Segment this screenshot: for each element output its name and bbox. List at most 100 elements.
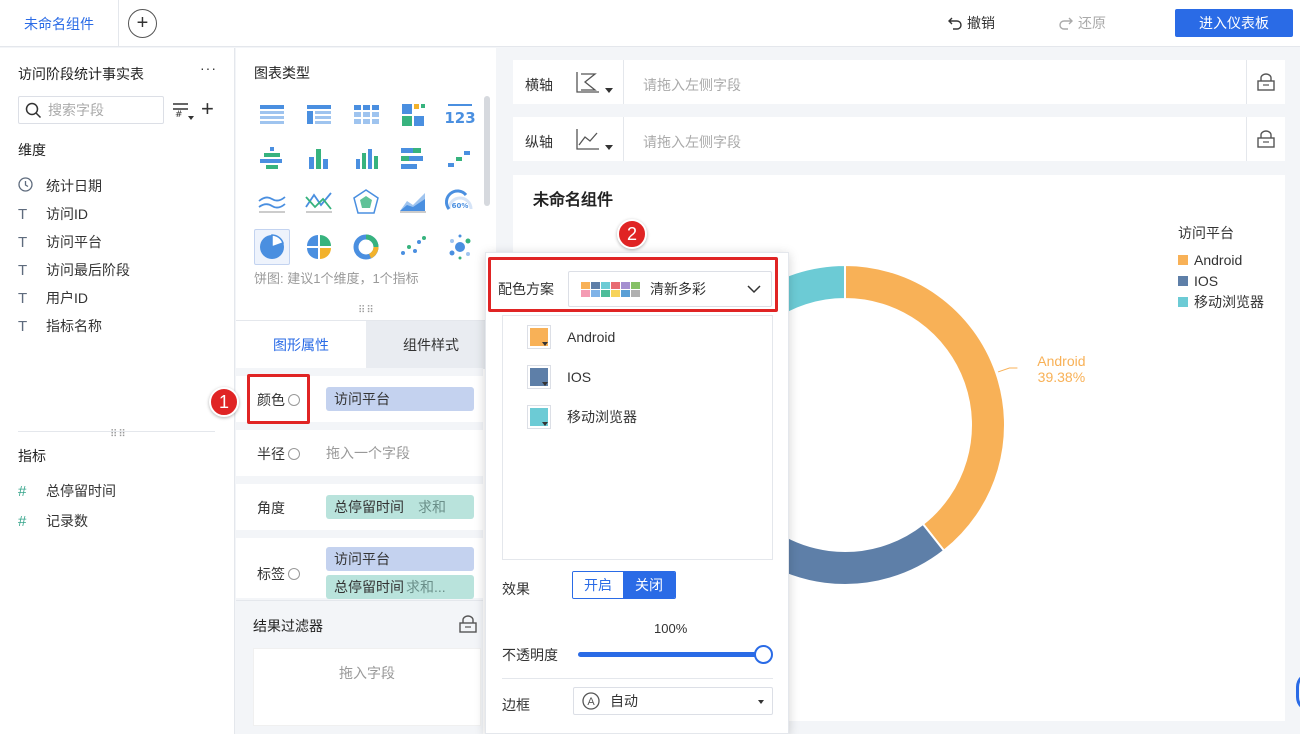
- scrollbar[interactable]: [484, 96, 490, 206]
- tab-graphic-properties[interactable]: 图形属性: [236, 321, 366, 369]
- angle-row: 角度 总停留时间 求和: [236, 484, 483, 530]
- chart-type-color-table[interactable]: [395, 97, 431, 133]
- radius-setting[interactable]: 半径: [257, 444, 300, 464]
- dimension-field[interactable]: 统计日期: [18, 176, 102, 196]
- polyline-icon: [305, 192, 332, 213]
- chart-type-gauge[interactable]: 60%: [442, 185, 478, 221]
- chart-type-donut[interactable]: [348, 229, 384, 265]
- filter-drop-zone[interactable]: 拖入字段: [253, 648, 481, 726]
- lock-icon[interactable]: [458, 614, 478, 634]
- scatter-icon: [401, 236, 426, 255]
- undo-button[interactable]: 撤销: [947, 13, 995, 33]
- horizontal-bar-icon: [401, 148, 423, 169]
- axis-type-icon[interactable]: [575, 70, 619, 96]
- divider: [502, 678, 773, 679]
- donut-slice[interactable]: [844, 263, 1006, 553]
- widget-title[interactable]: 未命名组件: [533, 186, 613, 210]
- resize-grip[interactable]: ⠿⠿: [110, 430, 127, 440]
- chart-type-detail-table[interactable]: [348, 97, 384, 133]
- color-picker-button[interactable]: [527, 405, 551, 429]
- color-picker-button[interactable]: [527, 325, 551, 349]
- series-color-label: 移动浏览器: [567, 409, 637, 425]
- lock-icon[interactable]: [1256, 72, 1276, 92]
- chart-type-scatter-step[interactable]: [442, 141, 478, 177]
- x-axis-drop-zone[interactable]: 请拖入左侧字段: [643, 75, 741, 95]
- legend-label: 移动浏览器: [1194, 293, 1264, 310]
- opacity-slider-handle[interactable]: [754, 645, 773, 664]
- dimension-field[interactable]: T 用户ID: [18, 288, 88, 308]
- x-axis-label: 横轴: [525, 77, 553, 93]
- color-settings-popup: 配色方案 清新多彩 Android IOS 移动浏览器 效果 开启 关闭 100% …: [485, 252, 789, 734]
- axis-type-icon[interactable]: [575, 127, 619, 153]
- tab-component-style[interactable]: 组件样式: [366, 321, 496, 369]
- legend-item[interactable]: Android: [1178, 249, 1264, 270]
- opacity-label: 不透明度: [502, 647, 558, 663]
- add-tab-button[interactable]: +: [128, 9, 157, 38]
- more-options-button[interactable]: ···: [200, 60, 217, 76]
- effect-off-button[interactable]: 关闭: [623, 572, 675, 598]
- chart-type-area[interactable]: [395, 185, 431, 221]
- chart-type-stacked-column[interactable]: [348, 141, 384, 177]
- chart-type-radar[interactable]: [348, 185, 384, 221]
- cross-table-icon: [307, 105, 331, 124]
- tab-unnamed-widget[interactable]: 未命名组件: [0, 0, 119, 47]
- lock-icon[interactable]: [1256, 129, 1276, 149]
- label-setting[interactable]: 标签: [257, 564, 300, 584]
- undo-icon: [948, 17, 962, 30]
- divider: [1246, 117, 1247, 161]
- grouped-bar-icon: [260, 147, 282, 169]
- label-field-pill-1[interactable]: 访问平台: [326, 547, 474, 571]
- opacity-slider-track[interactable]: [578, 652, 764, 657]
- dimension-field[interactable]: T 访问平台: [18, 232, 102, 252]
- chart-type-kpi-number[interactable]: 123: [442, 97, 478, 133]
- search-field-box[interactable]: [18, 96, 164, 124]
- chart-type-line[interactable]: [254, 185, 290, 221]
- chart-type-polyline[interactable]: [301, 185, 337, 221]
- chart-type-column[interactable]: [301, 141, 337, 177]
- stacked-column-icon: [356, 149, 378, 169]
- detail-table-icon: [354, 105, 379, 124]
- chart-type-pie[interactable]: [254, 229, 290, 265]
- dimension-field[interactable]: T 访问ID: [18, 204, 88, 224]
- radius-drop-zone[interactable]: 拖入一个字段: [326, 441, 474, 465]
- radius-row: 半径 拖入一个字段: [236, 430, 483, 476]
- enter-dashboard-button[interactable]: 进入仪表板: [1175, 9, 1293, 37]
- svg-text:A: A: [587, 696, 595, 708]
- redo-button[interactable]: 还原: [1058, 13, 1106, 33]
- resize-grip[interactable]: ⠿⠿: [358, 306, 375, 316]
- metric-field[interactable]: # 记录数: [18, 511, 88, 531]
- effect-on-button[interactable]: 开启: [573, 572, 623, 598]
- series-color-list: Android IOS 移动浏览器: [502, 315, 773, 560]
- redo-icon: [1059, 17, 1073, 30]
- opacity-value: 100%: [654, 621, 688, 636]
- color-picker-button[interactable]: [527, 365, 551, 389]
- label-field-2-aggregation: 求和...: [406, 579, 446, 595]
- gear-icon[interactable]: [288, 568, 300, 580]
- dimension-field[interactable]: T 指标名称: [18, 316, 102, 336]
- gear-icon[interactable]: [288, 448, 300, 460]
- chart-type-horizontal-bar[interactable]: [395, 141, 431, 177]
- legend-item[interactable]: 移动浏览器: [1178, 291, 1264, 312]
- angle-field-pill[interactable]: 总停留时间 求和: [326, 495, 474, 519]
- chart-type-multi-pie[interactable]: [301, 229, 337, 265]
- dimension-field[interactable]: T 访问最后阶段: [18, 260, 130, 280]
- color-field-pill[interactable]: 访问平台: [326, 387, 474, 411]
- chart-type-cross-table[interactable]: [301, 97, 337, 133]
- legend-item[interactable]: IOS: [1178, 270, 1264, 291]
- field-filter-icon[interactable]: #: [172, 100, 196, 122]
- border-select[interactable]: A 自动: [573, 687, 773, 715]
- series-color-label: IOS: [567, 369, 592, 385]
- label-field-pill-2[interactable]: 总停留时间 求和...: [326, 575, 474, 599]
- add-field-button[interactable]: +: [201, 96, 214, 122]
- chart-type-grouped-bar[interactable]: [254, 141, 290, 177]
- chart-type-scatter[interactable]: [395, 229, 431, 265]
- field-label: 访问ID: [46, 206, 88, 222]
- help-button-edge[interactable]: [1296, 672, 1300, 712]
- step-badge-2: 2: [617, 219, 647, 249]
- chart-type-table[interactable]: [254, 97, 290, 133]
- y-axis-drop-zone[interactable]: 请拖入左侧字段: [643, 132, 741, 152]
- search-input[interactable]: [48, 102, 158, 118]
- metric-field[interactable]: # 总停留时间: [18, 481, 116, 501]
- divider: [623, 117, 624, 161]
- chart-type-bubble[interactable]: [442, 229, 478, 265]
